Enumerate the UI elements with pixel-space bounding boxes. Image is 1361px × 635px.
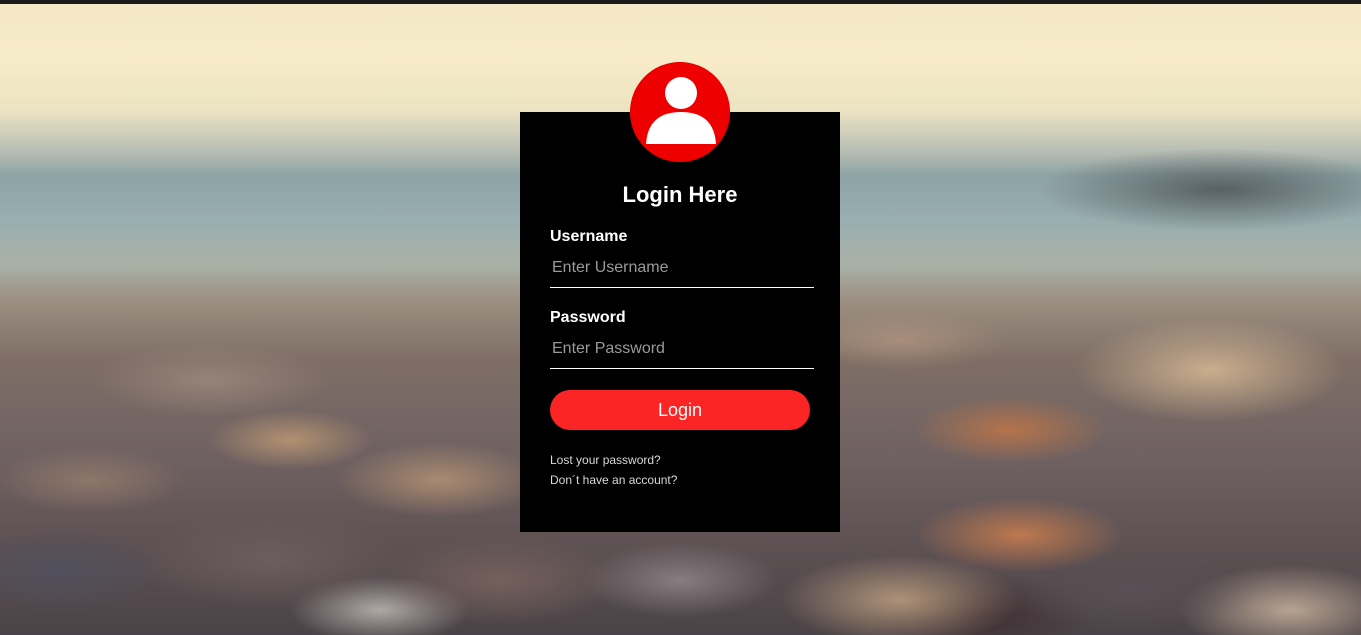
username-label: Username — [550, 228, 628, 245]
password-input[interactable] — [550, 329, 814, 369]
login-box: Login Here Username Password Login Lost … — [520, 112, 840, 532]
username-input[interactable] — [550, 248, 814, 288]
signup-link[interactable]: Don´t have an account? — [550, 473, 677, 487]
password-label: Password — [550, 309, 626, 326]
login-page: Login Here Username Password Login Lost … — [0, 0, 1361, 635]
login-button[interactable]: Login — [550, 390, 810, 430]
login-title: Login Here — [622, 182, 738, 207]
user-avatar-icon — [630, 62, 730, 162]
top-border — [0, 0, 1361, 4]
lost-password-link[interactable]: Lost your password? — [550, 453, 661, 467]
